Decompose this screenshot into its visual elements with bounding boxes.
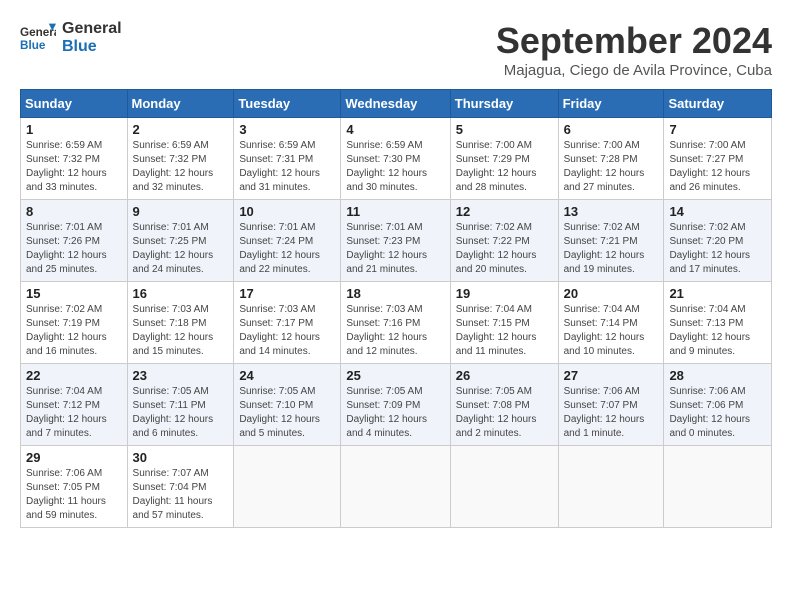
day-22: 22 Sunrise: 7:04 AMSunset: 7:12 PMDaylig… (21, 364, 128, 446)
day-28: 28 Sunrise: 7:06 AMSunset: 7:06 PMDaylig… (664, 364, 772, 446)
day-20: 20 Sunrise: 7:04 AMSunset: 7:14 PMDaylig… (558, 282, 664, 364)
day-25: 25 Sunrise: 7:05 AMSunset: 7:09 PMDaylig… (341, 364, 450, 446)
svg-text:Blue: Blue (20, 39, 46, 52)
empty-cell-5 (664, 446, 772, 528)
page-header: General Blue General Blue September 2024… (20, 20, 772, 79)
calendar-table: Sunday Monday Tuesday Wednesday Thursday… (20, 89, 772, 528)
day-29: 29 Sunrise: 7:06 AMSunset: 7:05 PMDaylig… (21, 446, 128, 528)
header-thursday: Thursday (450, 90, 558, 118)
header-saturday: Saturday (664, 90, 772, 118)
day-15: 15 Sunrise: 7:02 AMSunset: 7:19 PMDaylig… (21, 282, 128, 364)
logo-general: General (62, 20, 122, 38)
title-block: September 2024 Majagua, Ciego de Avila P… (496, 20, 772, 79)
day-24: 24 Sunrise: 7:05 AMSunset: 7:10 PMDaylig… (234, 364, 341, 446)
empty-cell-3 (450, 446, 558, 528)
empty-cell-1 (234, 446, 341, 528)
header-friday: Friday (558, 90, 664, 118)
week-row-5: 29 Sunrise: 7:06 AMSunset: 7:05 PMDaylig… (21, 446, 772, 528)
day-2: 2 Sunrise: 6:59 AMSunset: 7:32 PMDayligh… (127, 118, 234, 200)
day-27: 27 Sunrise: 7:06 AMSunset: 7:07 PMDaylig… (558, 364, 664, 446)
day-7: 7 Sunrise: 7:00 AMSunset: 7:27 PMDayligh… (664, 118, 772, 200)
week-row-2: 8 Sunrise: 7:01 AMSunset: 7:26 PMDayligh… (21, 200, 772, 282)
week-row-4: 22 Sunrise: 7:04 AMSunset: 7:12 PMDaylig… (21, 364, 772, 446)
month-title: September 2024 (496, 20, 772, 62)
day-16: 16 Sunrise: 7:03 AMSunset: 7:18 PMDaylig… (127, 282, 234, 364)
day-4: 4 Sunrise: 6:59 AMSunset: 7:30 PMDayligh… (341, 118, 450, 200)
header-tuesday: Tuesday (234, 90, 341, 118)
logo: General Blue General Blue (20, 20, 122, 56)
day-11: 11 Sunrise: 7:01 AMSunset: 7:23 PMDaylig… (341, 200, 450, 282)
day-21: 21 Sunrise: 7:04 AMSunset: 7:13 PMDaylig… (664, 282, 772, 364)
week-row-3: 15 Sunrise: 7:02 AMSunset: 7:19 PMDaylig… (21, 282, 772, 364)
header-sunday: Sunday (21, 90, 128, 118)
header-monday: Monday (127, 90, 234, 118)
empty-cell-4 (558, 446, 664, 528)
logo-icon: General Blue (20, 20, 56, 56)
day-10: 10 Sunrise: 7:01 AMSunset: 7:24 PMDaylig… (234, 200, 341, 282)
day-30: 30 Sunrise: 7:07 AMSunset: 7:04 PMDaylig… (127, 446, 234, 528)
week-row-1: 1 Sunrise: 6:59 AMSunset: 7:32 PMDayligh… (21, 118, 772, 200)
day-1: 1 Sunrise: 6:59 AMSunset: 7:32 PMDayligh… (21, 118, 128, 200)
day-12: 12 Sunrise: 7:02 AMSunset: 7:22 PMDaylig… (450, 200, 558, 282)
calendar-header-row: Sunday Monday Tuesday Wednesday Thursday… (21, 90, 772, 118)
logo-blue: Blue (62, 38, 122, 56)
day-14: 14 Sunrise: 7:02 AMSunset: 7:20 PMDaylig… (664, 200, 772, 282)
day-26: 26 Sunrise: 7:05 AMSunset: 7:08 PMDaylig… (450, 364, 558, 446)
day-19: 19 Sunrise: 7:04 AMSunset: 7:15 PMDaylig… (450, 282, 558, 364)
header-wednesday: Wednesday (341, 90, 450, 118)
day-8: 8 Sunrise: 7:01 AMSunset: 7:26 PMDayligh… (21, 200, 128, 282)
day-13: 13 Sunrise: 7:02 AMSunset: 7:21 PMDaylig… (558, 200, 664, 282)
empty-cell-2 (341, 446, 450, 528)
day-17: 17 Sunrise: 7:03 AMSunset: 7:17 PMDaylig… (234, 282, 341, 364)
svg-text:General: General (20, 26, 56, 39)
day-5: 5 Sunrise: 7:00 AMSunset: 7:29 PMDayligh… (450, 118, 558, 200)
day-3: 3 Sunrise: 6:59 AMSunset: 7:31 PMDayligh… (234, 118, 341, 200)
day-9: 9 Sunrise: 7:01 AMSunset: 7:25 PMDayligh… (127, 200, 234, 282)
day-6: 6 Sunrise: 7:00 AMSunset: 7:28 PMDayligh… (558, 118, 664, 200)
day-18: 18 Sunrise: 7:03 AMSunset: 7:16 PMDaylig… (341, 282, 450, 364)
subtitle: Majagua, Ciego de Avila Province, Cuba (496, 62, 772, 79)
day-23: 23 Sunrise: 7:05 AMSunset: 7:11 PMDaylig… (127, 364, 234, 446)
